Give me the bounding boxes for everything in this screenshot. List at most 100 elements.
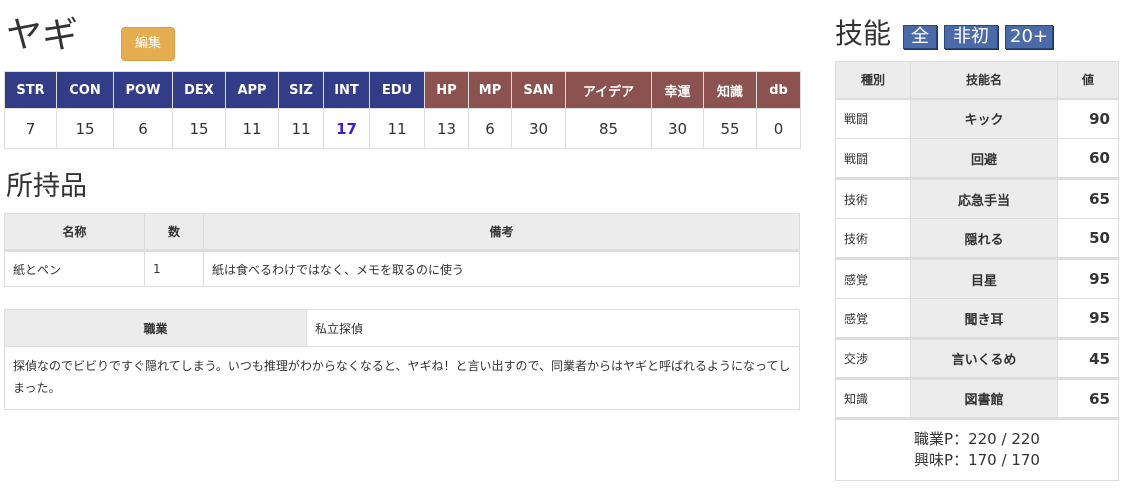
skill-category: 交渉 <box>835 337 911 379</box>
occupation-label: 職業 <box>4 309 307 347</box>
stat-header-str: STR <box>4 71 57 109</box>
skill-name: 図書館 <box>910 377 1058 419</box>
skill-name: 隠れる <box>910 218 1058 259</box>
occupation-value: 私立探偵 <box>306 309 800 347</box>
stat-value-edu: 11 <box>369 108 425 149</box>
stat-header-luck: 幸運 <box>651 71 704 109</box>
skill-value: 50 <box>1057 218 1119 259</box>
stat-header-db: db <box>756 71 801 109</box>
inventory-header-count: 数 <box>144 213 204 252</box>
filter-20plus-button[interactable]: 20+ <box>1005 25 1053 49</box>
skill-row: 知識 図書館 65 <box>835 377 1119 419</box>
stat-value-int: 17 <box>323 108 370 149</box>
skills-panel: 技能 全 非初 20+ 種別 技能名 値 戦闘 キック 90 戦闘 回避 60 … <box>835 0 1119 481</box>
skill-row: 技術 応急手当 65 <box>835 177 1119 219</box>
skill-row: 戦闘 回避 60 <box>835 138 1119 179</box>
inventory-table: 名称 数 備考 紙とペン 1 紙は食べるわけではなく、メモを取るのに使う <box>4 213 800 287</box>
filter-all-button[interactable]: 全 <box>903 25 937 49</box>
stat-value-dex: 15 <box>172 108 226 149</box>
skill-category: 感覚 <box>835 257 911 299</box>
character-name: ヤギ <box>6 15 79 56</box>
skill-category: 感覚 <box>835 298 911 339</box>
skills-header-category: 種別 <box>835 61 911 100</box>
skill-value: 95 <box>1057 298 1119 339</box>
stat-value-idea: 85 <box>565 108 652 149</box>
inventory-item-count: 1 <box>144 250 204 287</box>
stat-header-siz: SIZ <box>278 71 324 109</box>
stat-value-db: 0 <box>756 108 801 149</box>
stat-header-hp: HP <box>424 71 469 109</box>
skill-name: 言いくるめ <box>910 337 1058 379</box>
stat-header-idea: アイデア <box>565 71 652 109</box>
skill-name: 聞き耳 <box>910 298 1058 339</box>
skill-row: 感覚 聞き耳 95 <box>835 298 1119 339</box>
skills-header-value: 値 <box>1057 61 1119 100</box>
stat-header-dex: DEX <box>172 71 226 109</box>
occupation-row: 職業 私立探偵 <box>4 309 800 347</box>
stat-header-edu: EDU <box>369 71 425 109</box>
skill-value: 60 <box>1057 138 1119 179</box>
stat-header-app: APP <box>225 71 279 109</box>
skill-category: 戦闘 <box>835 138 911 179</box>
skill-category: 技術 <box>835 177 911 219</box>
inventory-item-note: 紙は食べるわけではなく、メモを取るのに使う <box>203 250 800 287</box>
filter-non-initial-button[interactable]: 非初 <box>944 25 998 49</box>
stat-value-hp: 13 <box>424 108 469 149</box>
occupation-description-row: 探偵なのでビビりですぐ隠れてしまう。いつも推理がわからなくなると、ヤギね！と言い… <box>4 346 800 410</box>
inventory-title: 所持品 <box>6 171 87 202</box>
stat-value-str: 7 <box>4 108 57 149</box>
stat-header-con: CON <box>56 71 114 109</box>
skill-name: 回避 <box>910 138 1058 179</box>
inventory-item-name: 紙とペン <box>4 250 145 287</box>
inventory-row: 紙とペン 1 紙は食べるわけではなく、メモを取るのに使う <box>4 250 800 287</box>
inventory-header-row: 名称 数 備考 <box>4 213 800 252</box>
skill-value: 45 <box>1057 337 1119 379</box>
occupation-description: 探偵なのでビビりですぐ隠れてしまう。いつも推理がわからなくなると、ヤギね！と言い… <box>4 346 800 410</box>
title-row: ヤギ 編集 <box>4 0 800 71</box>
skills-header-name: 技能名 <box>910 61 1058 100</box>
skills-header: 技能 全 非初 20+ <box>835 0 1119 60</box>
stats-value-row: 7 15 6 15 11 11 17 11 13 6 30 85 30 55 0 <box>4 108 801 149</box>
skill-category: 戦闘 <box>835 98 911 139</box>
edit-button[interactable]: 編集 <box>121 27 175 61</box>
interest-points: 興味P：170 / 170 <box>914 451 1040 469</box>
stat-header-know: 知識 <box>703 71 757 109</box>
occupation-points: 職業P：220 / 220 <box>914 430 1040 448</box>
skill-points-row: 職業P：220 / 220 興味P：170 / 170 <box>835 417 1119 481</box>
skill-points: 職業P：220 / 220 興味P：170 / 170 <box>835 417 1119 481</box>
stats-header-row: STR CON POW DEX APP SIZ INT EDU HP MP SA… <box>4 71 801 109</box>
skill-category: 知識 <box>835 377 911 419</box>
stat-value-siz: 11 <box>278 108 324 149</box>
skill-value: 65 <box>1057 377 1119 419</box>
stat-header-int: INT <box>323 71 370 109</box>
skill-row: 戦闘 キック 90 <box>835 98 1119 139</box>
character-panel: ヤギ 編集 STR CON POW DEX APP SIZ INT EDU HP… <box>4 0 801 410</box>
skill-value: 65 <box>1057 177 1119 219</box>
stats-table: STR CON POW DEX APP SIZ INT EDU HP MP SA… <box>4 71 801 149</box>
stat-value-luck: 30 <box>651 108 704 149</box>
skills-table: 種別 技能名 値 戦闘 キック 90 戦闘 回避 60 技術 応急手当 65 技… <box>835 61 1119 481</box>
inventory-header-note: 備考 <box>203 213 800 252</box>
stat-value-know: 55 <box>703 108 757 149</box>
skills-title: 技能 <box>835 17 892 50</box>
skill-name: キック <box>910 98 1058 139</box>
occupation-table: 職業 私立探偵 探偵なのでビビりですぐ隠れてしまう。いつも推理がわからなくなると… <box>4 309 800 410</box>
stat-header-pow: POW <box>113 71 173 109</box>
stat-value-app: 11 <box>225 108 279 149</box>
stat-value-pow: 6 <box>113 108 173 149</box>
skill-row: 交渉 言いくるめ 45 <box>835 337 1119 379</box>
skill-value: 95 <box>1057 257 1119 299</box>
skill-name: 目星 <box>910 257 1058 299</box>
skill-category: 技術 <box>835 218 911 259</box>
skill-row: 感覚 目星 95 <box>835 257 1119 299</box>
stat-value-san: 30 <box>511 108 566 149</box>
skill-name: 応急手当 <box>910 177 1058 219</box>
skills-header-row: 種別 技能名 値 <box>835 61 1119 100</box>
stat-header-mp: MP <box>468 71 512 109</box>
stat-value-mp: 6 <box>468 108 512 149</box>
stat-value-con: 15 <box>56 108 114 149</box>
inventory-header-name: 名称 <box>4 213 145 252</box>
skill-value: 90 <box>1057 98 1119 139</box>
skill-row: 技術 隠れる 50 <box>835 218 1119 259</box>
stat-header-san: SAN <box>511 71 566 109</box>
